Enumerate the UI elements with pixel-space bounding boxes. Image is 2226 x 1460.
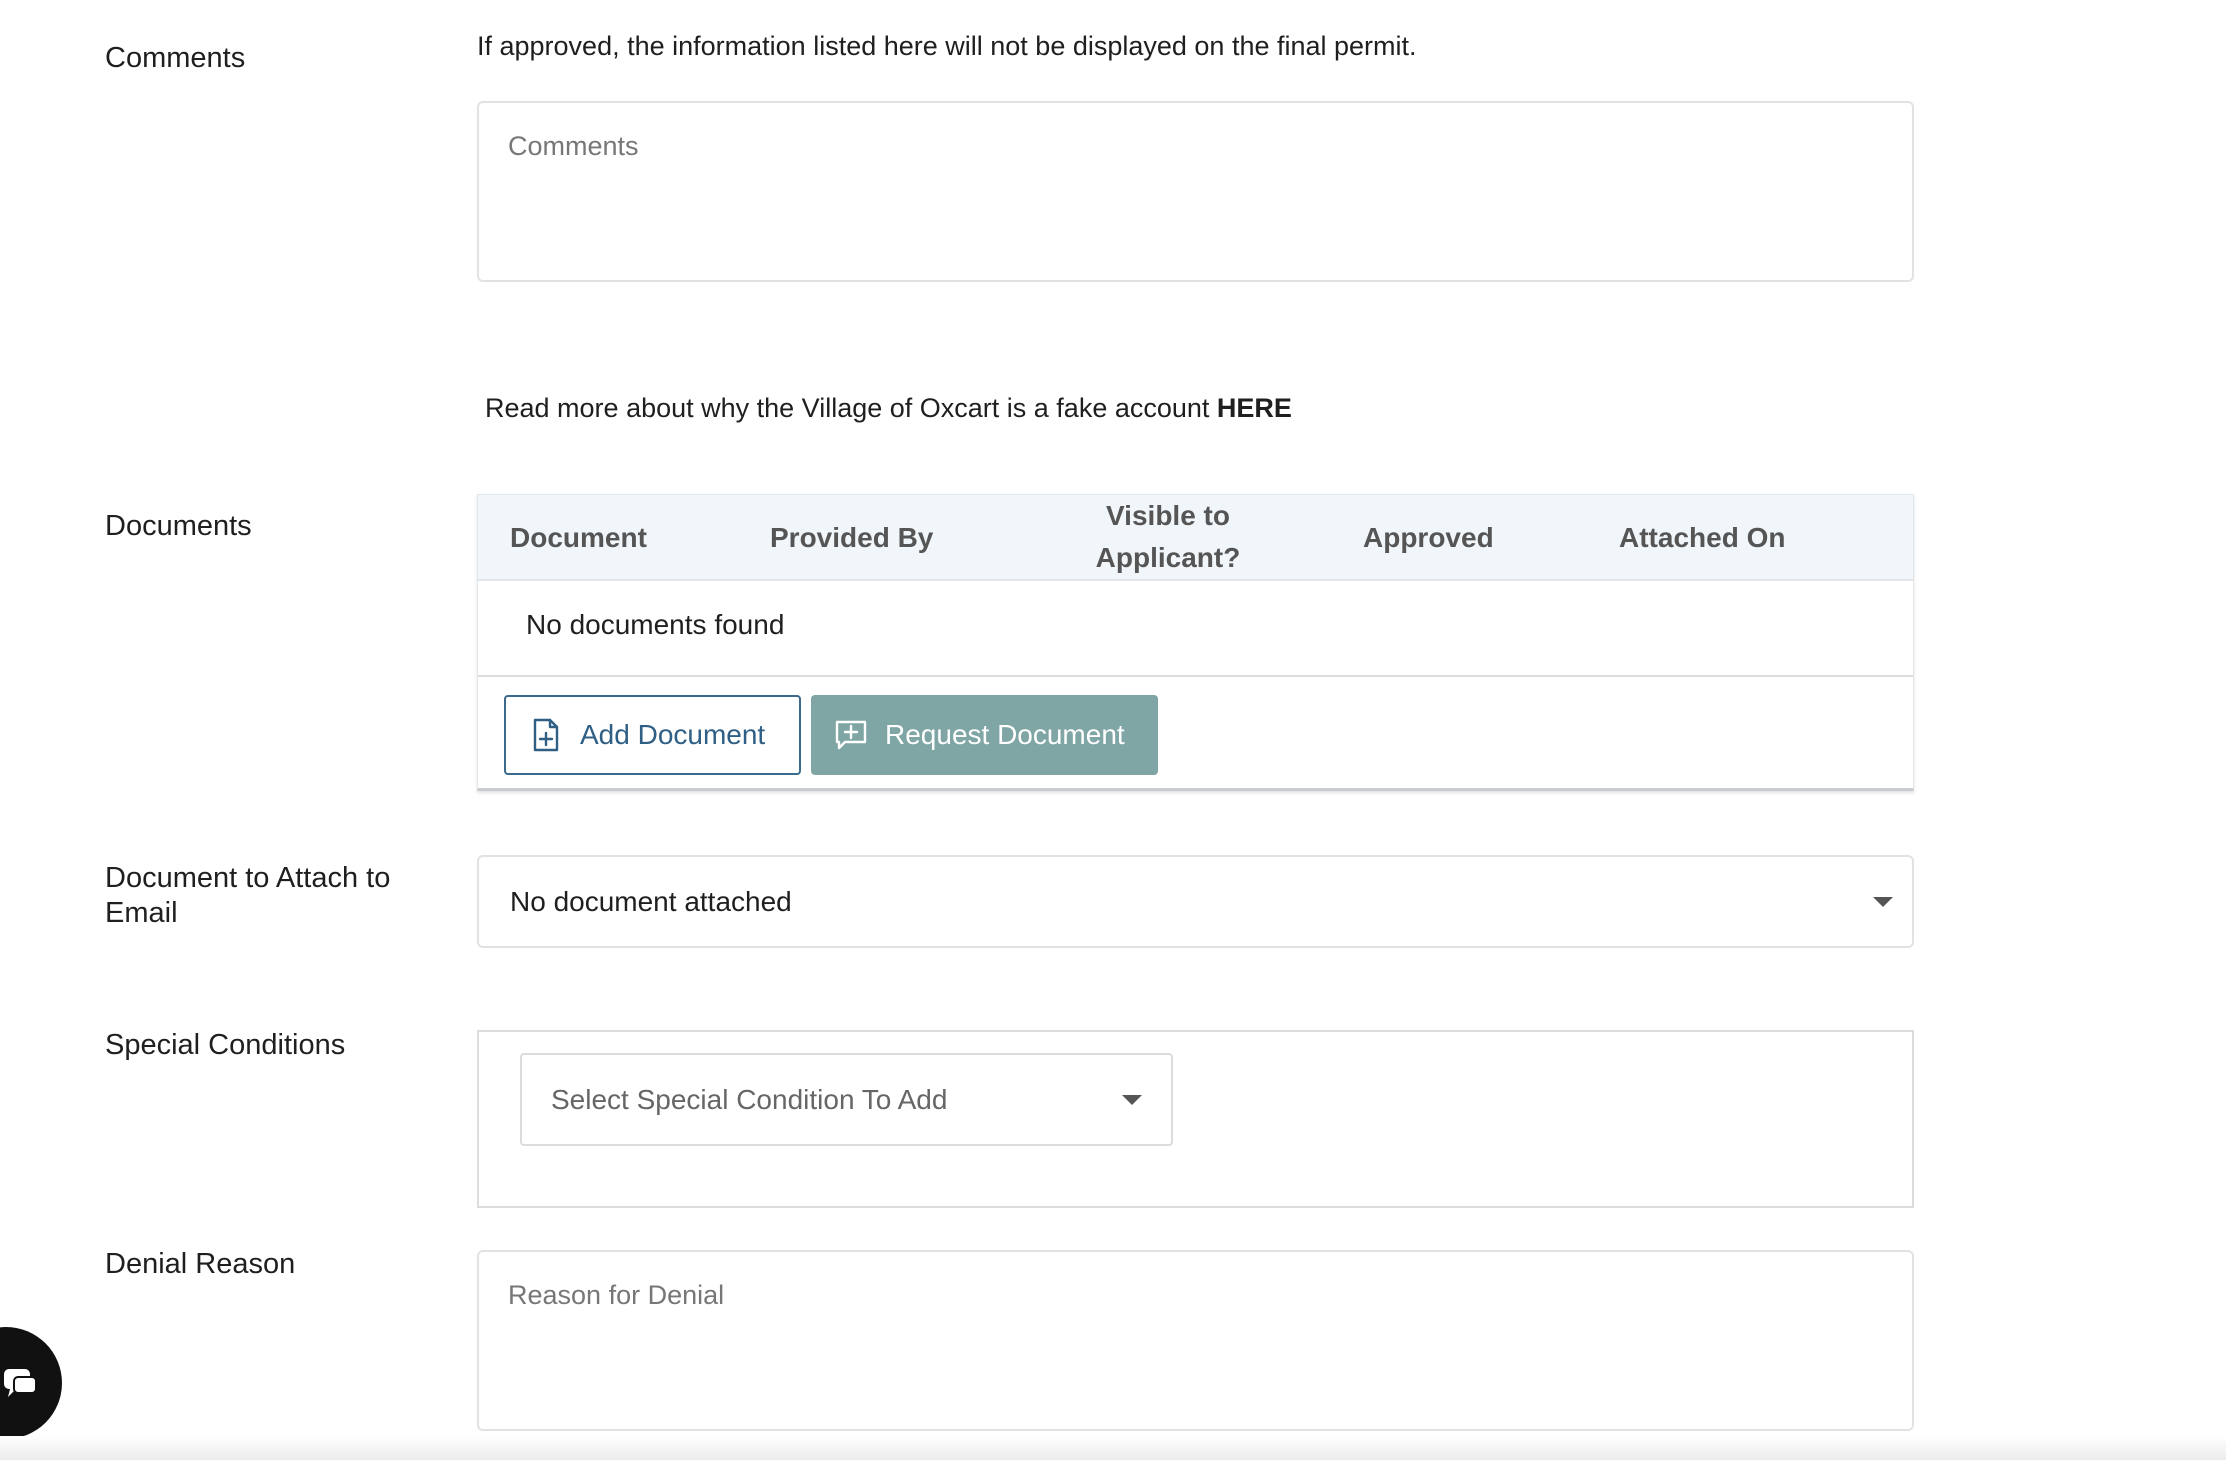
chevron-down-icon bbox=[1873, 897, 1893, 907]
column-document: Document bbox=[510, 522, 647, 553]
documents-empty-text: No documents found bbox=[526, 609, 785, 640]
column-visible-line2: Applicant? bbox=[1095, 542, 1241, 573]
chat-icon bbox=[2, 1367, 38, 1399]
comments-label: Comments bbox=[105, 42, 246, 74]
column-visible-to-applicant: Visible to Applicant? bbox=[1058, 495, 1278, 579]
email-attachment-select[interactable]: No document attached bbox=[477, 855, 1914, 948]
documents-empty-row: No documents found bbox=[478, 581, 1913, 677]
documents-label: Documents bbox=[105, 510, 252, 542]
add-document-button[interactable]: Add Document bbox=[504, 695, 801, 775]
email-attachment-label: Document to Attach to Email bbox=[105, 862, 391, 929]
message-plus-icon bbox=[835, 720, 867, 750]
column-visible-line1: Visible to bbox=[1106, 500, 1230, 531]
chat-launcher-button[interactable] bbox=[0, 1327, 62, 1439]
read-more-text: Read more about why the Village of Oxcar… bbox=[485, 393, 1292, 424]
column-provided-by: Provided By bbox=[770, 522, 934, 553]
comments-placeholder: Comments bbox=[508, 131, 639, 161]
denial-reason-placeholder: Reason for Denial bbox=[508, 1280, 725, 1310]
request-document-button[interactable]: Request Document bbox=[811, 695, 1158, 775]
special-conditions-panel: Select Special Condition To Add bbox=[477, 1030, 1914, 1208]
denial-reason-label: Denial Reason bbox=[105, 1248, 296, 1280]
comments-note: If approved, the information listed here… bbox=[477, 31, 1417, 61]
read-more-sentence: Read more about why the Village of Oxcar… bbox=[485, 393, 1217, 423]
special-condition-placeholder: Select Special Condition To Add bbox=[551, 1084, 948, 1115]
comments-textarea[interactable]: Comments bbox=[477, 101, 1914, 282]
read-more-link[interactable]: HERE bbox=[1217, 393, 1292, 423]
denial-reason-textarea[interactable]: Reason for Denial bbox=[477, 1250, 1914, 1431]
special-condition-select[interactable]: Select Special Condition To Add bbox=[520, 1053, 1173, 1146]
column-approved: Approved bbox=[1363, 522, 1494, 553]
documents-table-header: Document Provided By Visible to Applican… bbox=[478, 495, 1913, 581]
request-document-label: Request Document bbox=[885, 719, 1125, 750]
email-attachment-value: No document attached bbox=[510, 886, 792, 917]
bottom-shadow bbox=[0, 1436, 2226, 1460]
file-plus-icon bbox=[532, 718, 560, 752]
column-attached-on: Attached On bbox=[1619, 522, 1786, 553]
chevron-down-icon bbox=[1122, 1095, 1142, 1105]
add-document-label: Add Document bbox=[580, 719, 766, 750]
special-conditions-label: Special Conditions bbox=[105, 1029, 346, 1061]
documents-table: Document Provided By Visible to Applican… bbox=[477, 494, 1914, 791]
